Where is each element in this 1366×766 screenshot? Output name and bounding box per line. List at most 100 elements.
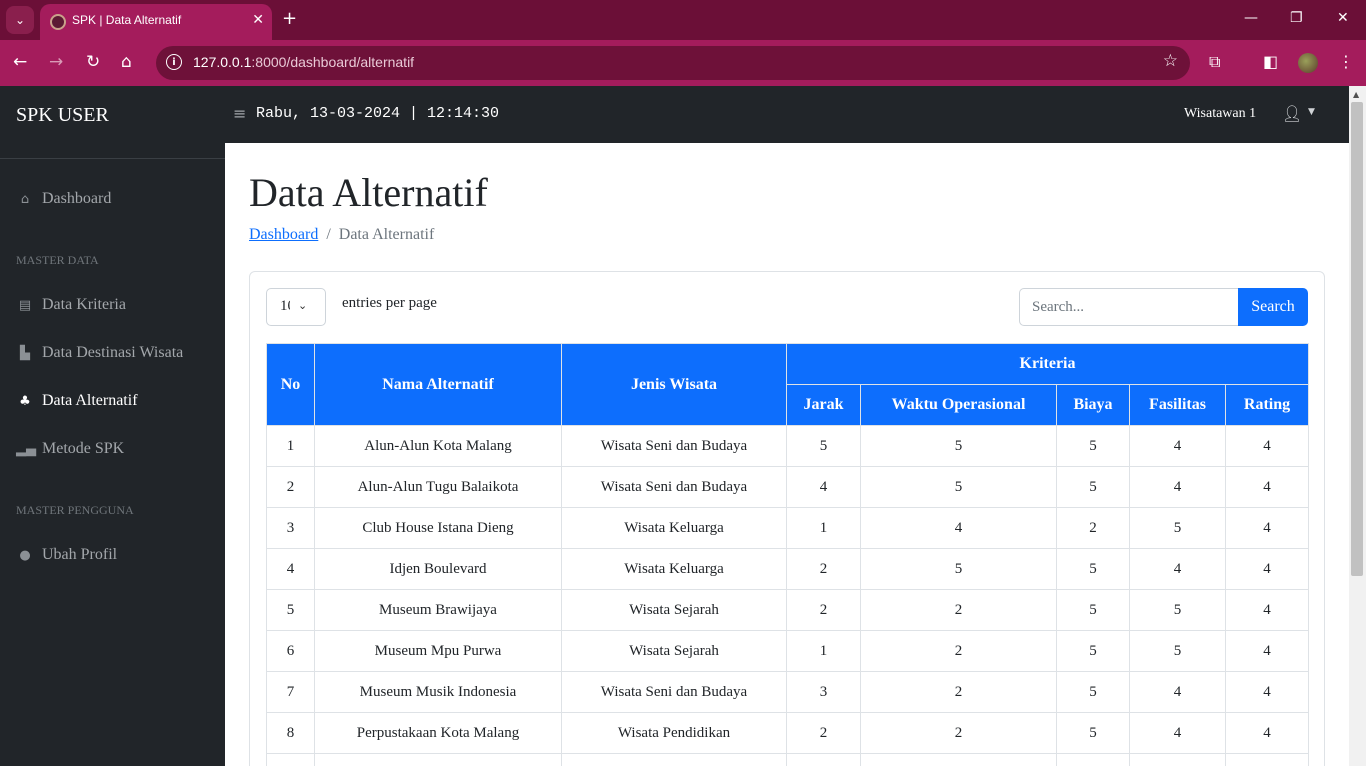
cell-rating: 4 (1224, 548, 1310, 590)
scrollbar-thumb[interactable] (1351, 102, 1363, 576)
alternatif-table: No Nama Alternatif Jenis Wisata Kriteria… (266, 343, 1310, 766)
sidebar-item-dashboard[interactable]: ⌂ Dashboard (16, 190, 111, 208)
address-bar[interactable]: i 127.0.0.1:8000/dashboard/alternatif ☆ (156, 46, 1190, 80)
tab-search-button[interactable]: ⌄ (6, 6, 34, 34)
more-menu-icon[interactable]: ⋮ (1338, 52, 1354, 71)
site-info-icon[interactable]: i (166, 54, 182, 70)
back-icon[interactable]: ← (13, 52, 27, 72)
page-scrollbar[interactable]: ▲ (1349, 86, 1366, 766)
tab-title: SPK | Data Alternatif (72, 13, 182, 27)
sidebar-item-data-destinasi[interactable]: ▙ Data Destinasi Wisata (16, 344, 183, 362)
main-content: Data Alternatif Dashboard / Data Alternati… (225, 143, 1349, 766)
bookmark-star-icon[interactable]: ☆ (1163, 51, 1178, 71)
search-button[interactable]: Search (1238, 288, 1308, 326)
sidebar-item-ubah-profil[interactable]: ● Ubah Profil (16, 546, 117, 564)
cell-biaya: 5 (1056, 425, 1130, 467)
user-name: Wisatawan 1 (1184, 106, 1257, 121)
entries-per-page-select[interactable]: 10 ⌄ (266, 288, 326, 326)
cell-jenis: Wisata Seni dan Budaya (561, 466, 787, 508)
breadcrumb-current: Data Alternatif (338, 226, 435, 243)
forward-icon[interactable]: → (49, 52, 63, 72)
column-header-waktu: Waktu Operasional (860, 384, 1057, 426)
cell-fasilitas: 4 (1129, 548, 1226, 590)
cell-waktu: 2 (860, 671, 1057, 713)
cell-nama: Alun-Alun Kota Malang (314, 425, 562, 467)
datetime-display: Rabu, 13-03-2024 | 12:14:30 (256, 105, 500, 122)
column-header-rating: Rating (1224, 384, 1310, 426)
restore-icon[interactable]: ❐ (1290, 10, 1303, 26)
table-row (266, 753, 1310, 766)
cell-fasilitas: 5 (1129, 589, 1226, 631)
column-header-jarak: Jarak (786, 384, 861, 426)
extensions-icon[interactable]: ⧉ (1209, 52, 1220, 72)
sidebar-item-label: Metode SPK (42, 440, 125, 457)
page-title: Data Alternatif (249, 170, 488, 215)
cell-biaya: 5 (1056, 630, 1130, 672)
chevron-down-icon: ⌄ (298, 299, 308, 312)
cell-fasilitas: 5 (1129, 630, 1226, 672)
sidebar-item-data-kriteria[interactable]: ▤ Data Kriteria (16, 296, 126, 314)
column-header-no: No (266, 343, 315, 426)
column-header-biaya: Biaya (1056, 384, 1130, 426)
cell-nama: Club House Istana Dieng (314, 507, 562, 549)
browser-toolbar: ← → ↻ ⌂ i 127.0.0.1:8000/dashboard/alter… (0, 40, 1366, 86)
cubes-icon: ♣ (19, 393, 31, 409)
cell-jarak: 2 (786, 589, 861, 631)
bar-chart-icon: ▂▄ (16, 441, 36, 457)
user-icon[interactable]: 👤︎ (1282, 104, 1302, 123)
cell-rating: 4 (1224, 712, 1310, 754)
cell-fasilitas (1129, 753, 1226, 766)
cell-biaya: 2 (1056, 507, 1130, 549)
menu-toggle-icon[interactable]: ≡ (233, 104, 246, 123)
cell-fasilitas: 4 (1129, 671, 1226, 713)
column-header-fasilitas: Fasilitas (1129, 384, 1226, 426)
minimize-icon[interactable]: — (1244, 10, 1258, 26)
column-header-kriteria: Kriteria (785, 343, 1310, 385)
cell-nama: Museum Mpu Purwa (314, 630, 562, 672)
cell-jarak: 4 (786, 466, 861, 508)
table-icon: ▤ (18, 297, 32, 313)
search-input[interactable] (1019, 288, 1239, 326)
breadcrumb-link-dashboard[interactable]: Dashboard (249, 226, 318, 243)
cell-nama (314, 753, 562, 766)
close-tab-icon[interactable]: ✕ (252, 12, 264, 28)
profile-avatar[interactable] (1298, 53, 1318, 73)
cell-jarak: 2 (786, 712, 861, 754)
sidebar-item-data-alternatif[interactable]: ♣ Data Alternatif (16, 392, 138, 410)
column-header-jenis: Jenis Wisata (561, 343, 787, 426)
cell-nama: Museum Musik Indonesia (314, 671, 562, 713)
cell-waktu: 5 (860, 466, 1057, 508)
data-card: 10 ⌄ entries per page Search No Nama Alt… (249, 271, 1325, 766)
cell-jarak (786, 753, 861, 766)
home-icon[interactable]: ⌂ (121, 52, 132, 72)
sidebar-item-label: Dashboard (42, 190, 112, 207)
browser-tab[interactable]: SPK | Data Alternatif ✕ (40, 4, 272, 40)
cell-no: 7 (266, 671, 315, 713)
cell-waktu: 2 (860, 712, 1057, 754)
cell-biaya: 5 (1056, 548, 1130, 590)
cell-jenis: Wisata Keluarga (561, 548, 787, 590)
cell-jenis: Wisata Seni dan Budaya (561, 425, 787, 467)
cell-waktu: 2 (860, 630, 1057, 672)
brand[interactable]: SPK USER (16, 104, 109, 127)
cell-jenis: Wisata Keluarga (561, 507, 787, 549)
cell-no: 5 (266, 589, 315, 631)
cell-no: 2 (266, 466, 315, 508)
sidebar-item-label: Data Alternatif (42, 392, 138, 409)
cell-biaya: 5 (1056, 712, 1130, 754)
new-tab-button[interactable]: + (282, 8, 297, 29)
cell-jenis: Wisata Sejarah (561, 589, 787, 631)
close-window-icon[interactable]: ✕ (1337, 10, 1349, 26)
side-panel-icon[interactable]: ◧ (1263, 52, 1278, 71)
sidebar: SPK USER ⌂ Dashboard MASTER DATA ▤ Data … (0, 86, 225, 766)
cell-jarak: 3 (786, 671, 861, 713)
cell-biaya: 5 (1056, 671, 1130, 713)
cell-waktu (860, 753, 1057, 766)
caret-down-icon[interactable]: ▼ (1308, 107, 1315, 117)
cell-fasilitas: 4 (1129, 466, 1226, 508)
scroll-up-icon[interactable]: ▲ (1353, 90, 1359, 99)
breadcrumb-separator: / (326, 226, 331, 243)
sidebar-item-metode-spk[interactable]: ▂▄ Metode SPK (16, 440, 124, 458)
cell-waktu: 5 (860, 425, 1057, 467)
reload-icon[interactable]: ↻ (86, 52, 100, 72)
